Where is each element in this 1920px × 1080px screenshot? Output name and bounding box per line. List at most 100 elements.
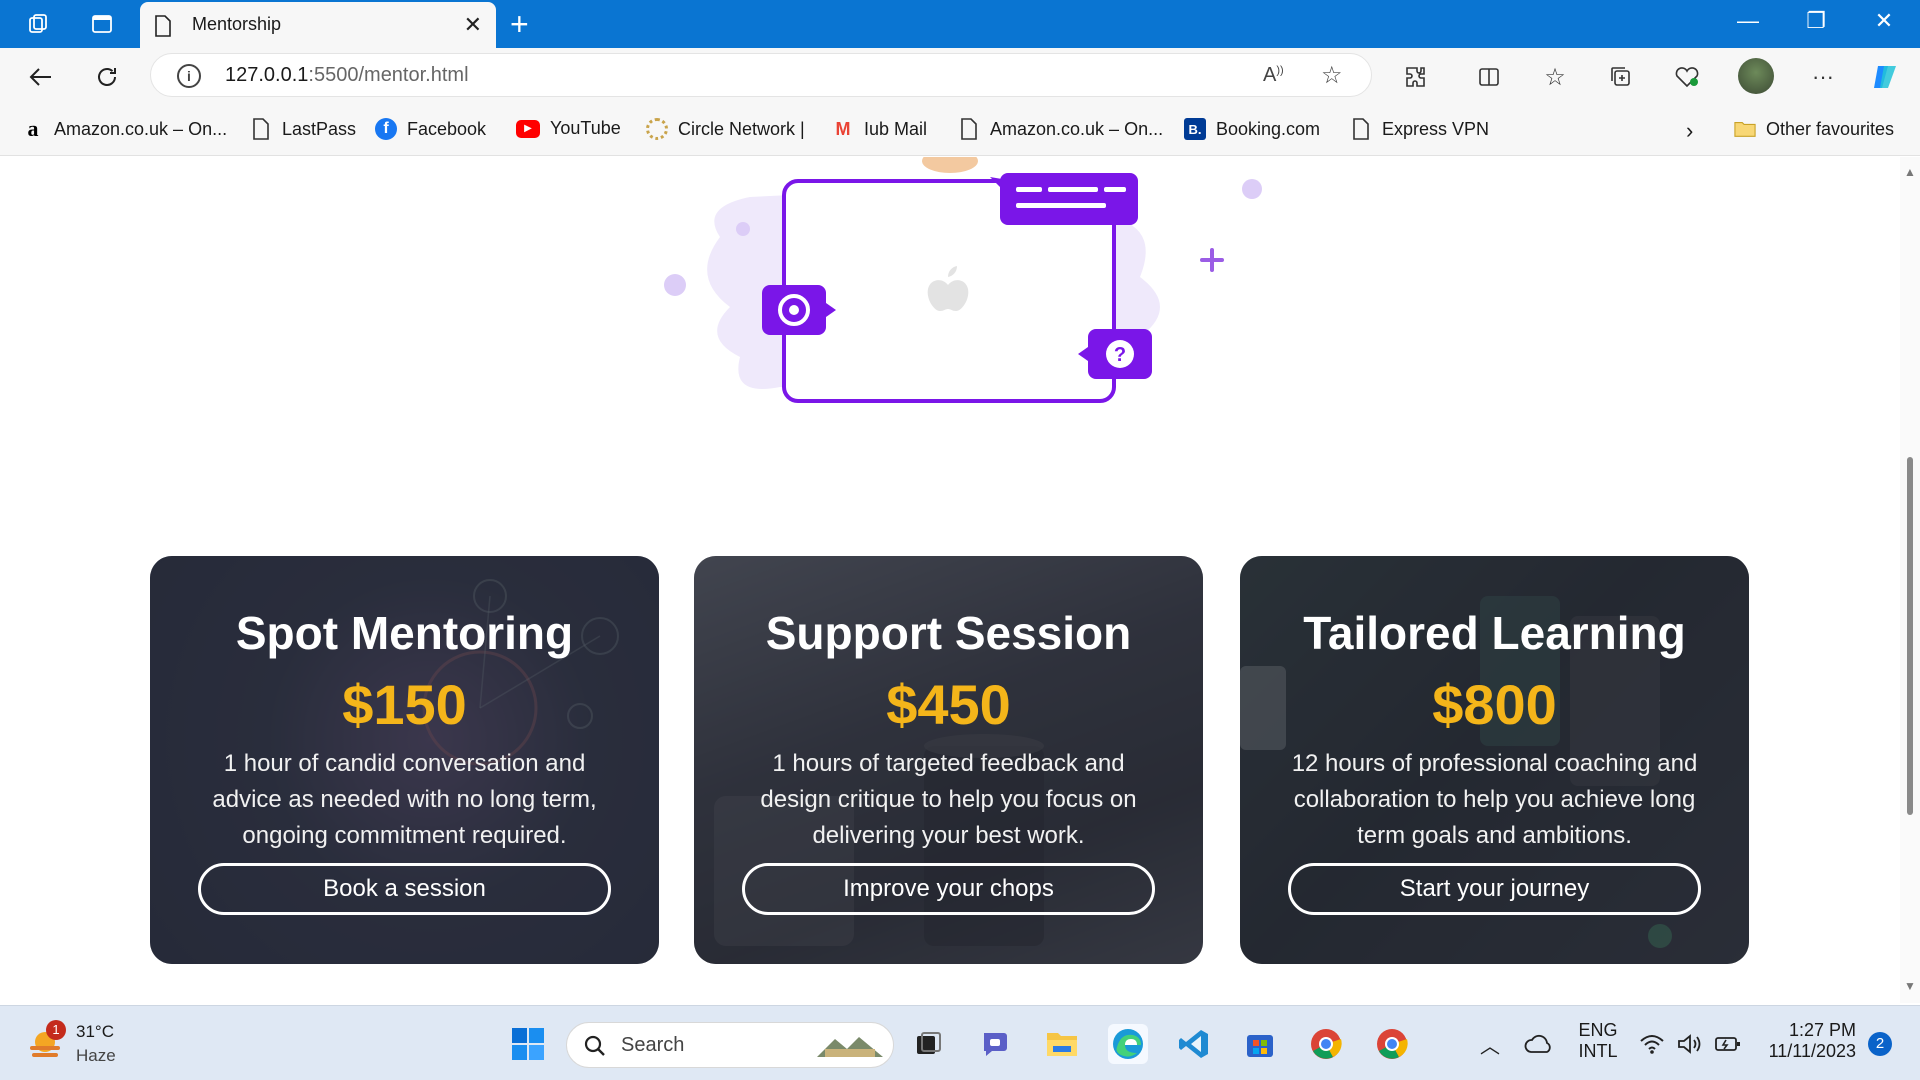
- youtube-icon: ▶: [516, 119, 540, 138]
- browser-essentials-icon[interactable]: [1672, 62, 1702, 92]
- close-tab-icon[interactable]: ✕: [464, 12, 482, 38]
- card-price: $800: [1432, 673, 1557, 736]
- folder-icon: [1734, 118, 1756, 140]
- file-explorer-icon[interactable]: [1042, 1024, 1082, 1064]
- tab-actions-icon[interactable]: [88, 10, 116, 38]
- book-session-button[interactable]: Book a session: [198, 863, 611, 915]
- chrome-profile-icon[interactable]: [1372, 1024, 1412, 1064]
- search-icon: [584, 1035, 605, 1056]
- card-price: $450: [886, 673, 1011, 736]
- back-icon[interactable]: [24, 60, 58, 94]
- clock-date: 11/11/2023: [1768, 1041, 1856, 1061]
- battery-icon[interactable]: [1708, 1024, 1748, 1064]
- taskbar-search[interactable]: Search: [566, 1022, 894, 1068]
- chrome-icon[interactable]: [1306, 1024, 1346, 1064]
- profile-avatar[interactable]: [1738, 58, 1774, 94]
- weather-badge: 1: [46, 1020, 66, 1040]
- start-button[interactable]: [508, 1024, 548, 1064]
- language-code: ENG: [1578, 1020, 1618, 1040]
- start-journey-button[interactable]: Start your journey: [1288, 863, 1701, 915]
- fav-express-vpn[interactable]: Express VPN: [1350, 118, 1489, 140]
- fav-youtube[interactable]: ▶ YouTube: [516, 118, 621, 139]
- other-favourites[interactable]: Other favourites: [1734, 118, 1894, 140]
- page-icon: [1350, 118, 1372, 140]
- improve-chops-button[interactable]: Improve your chops: [742, 863, 1155, 915]
- show-hidden-icons-chevron[interactable]: ︿: [1470, 1024, 1510, 1064]
- card-content: Spot Mentoring $150 1 hour of candid con…: [150, 556, 659, 964]
- notification-badge[interactable]: 2: [1868, 1032, 1892, 1056]
- volume-icon[interactable]: [1670, 1024, 1710, 1064]
- address-bar[interactable]: i 127.0.0.1:5500/mentor.html A)) ☆: [150, 53, 1372, 97]
- onedrive-icon[interactable]: [1518, 1024, 1558, 1064]
- windows-taskbar: 1 31°C Haze Search ︿ ENG INTL 1:27 PM 11…: [0, 1005, 1920, 1080]
- card-description: 1 hour of candid conversation and advice…: [212, 750, 597, 849]
- copilot-icon[interactable]: [1870, 62, 1900, 92]
- fav-circle-network[interactable]: Circle Network |: [646, 118, 805, 140]
- minimize-icon[interactable]: —: [1728, 8, 1768, 34]
- weather-temp: 31°C: [76, 1022, 114, 1041]
- weather-widget[interactable]: 1 31°C Haze: [26, 1020, 156, 1068]
- card-spot-mentoring: Spot Mentoring $150 1 hour of candid con…: [150, 556, 659, 964]
- card-tailored-learning: Tailored Learning $800 12 hours of profe…: [1240, 556, 1749, 964]
- new-tab-icon[interactable]: +: [510, 6, 529, 43]
- facebook-icon: f: [375, 118, 397, 140]
- card-content: Tailored Learning $800 12 hours of profe…: [1240, 556, 1749, 964]
- tab-mentorship[interactable]: Mentorship ✕: [140, 2, 496, 48]
- mentorship-illustration: ?: [664, 157, 1262, 403]
- site-info-icon[interactable]: i: [177, 64, 201, 88]
- circle-network-icon: [646, 118, 668, 140]
- workspaces-icon[interactable]: [24, 10, 52, 38]
- language-indicator[interactable]: ENG INTL: [1572, 1020, 1624, 1062]
- collections-icon[interactable]: [1606, 62, 1636, 92]
- page-scrollbar[interactable]: ▲ ▼: [1900, 157, 1920, 1003]
- extensions-icon[interactable]: [1401, 62, 1431, 92]
- teams-chat-icon[interactable]: [976, 1024, 1016, 1064]
- refresh-icon[interactable]: [90, 60, 124, 94]
- search-highlight-icon: [817, 1037, 883, 1057]
- fav-facebook[interactable]: f Facebook: [375, 118, 486, 140]
- more-favourites-chevron-icon[interactable]: ›: [1686, 118, 1693, 144]
- browser-titlebar: Mentorship ✕ + — ❐ ✕: [0, 0, 1920, 48]
- more-menu-icon[interactable]: ···: [1808, 62, 1838, 92]
- card-title: Tailored Learning: [1303, 607, 1686, 659]
- url-text[interactable]: 127.0.0.1:5500/mentor.html: [225, 64, 469, 87]
- address-toolbar: i 127.0.0.1:5500/mentor.html A)) ☆ ☆ ···: [0, 48, 1920, 104]
- card-description: 12 hours of professional coaching and co…: [1291, 750, 1698, 849]
- weather-desc: Haze: [76, 1046, 116, 1065]
- windows-logo-icon: [512, 1028, 544, 1060]
- card-content: Support Session $450 1 hours of targeted…: [694, 556, 1203, 964]
- favorite-star-icon[interactable]: ☆: [1321, 61, 1343, 90]
- edge-browser-icon[interactable]: [1108, 1024, 1148, 1064]
- close-window-icon[interactable]: ✕: [1864, 8, 1904, 34]
- clock[interactable]: 1:27 PM 11/11/2023: [1756, 1020, 1856, 1062]
- card-support-session: Support Session $450 1 hours of targeted…: [694, 556, 1203, 964]
- favorites-icon[interactable]: ☆: [1540, 62, 1570, 92]
- read-aloud-icon[interactable]: A)): [1263, 64, 1284, 87]
- favourites-bar: a Amazon.co.uk – On... LastPass f Facebook…: [0, 104, 1920, 156]
- svg-text:?: ?: [1114, 344, 1126, 366]
- tab-title: Mentorship: [192, 14, 282, 34]
- split-screen-icon[interactable]: [1474, 62, 1504, 92]
- restore-icon[interactable]: ❐: [1796, 8, 1836, 34]
- fav-amazon-2[interactable]: Amazon.co.uk – On...: [958, 118, 1163, 140]
- page-icon: [958, 118, 980, 140]
- fav-amazon-1[interactable]: a Amazon.co.uk – On...: [22, 116, 228, 141]
- card-description: 1 hours of targeted feedback and design …: [760, 750, 1137, 849]
- page-icon: [154, 15, 172, 42]
- clock-time: 1:27 PM: [1788, 1020, 1856, 1040]
- task-view-icon[interactable]: [908, 1024, 948, 1064]
- fav-lastpass[interactable]: LastPass: [250, 118, 356, 140]
- card-price: $150: [342, 673, 467, 736]
- card-title: Support Session: [765, 607, 1132, 659]
- card-title: Spot Mentoring: [235, 607, 574, 659]
- scroll-down-icon[interactable]: ▼: [1904, 979, 1916, 993]
- vscode-icon[interactable]: [1174, 1024, 1214, 1064]
- fav-iub-mail[interactable]: M Iub Mail: [832, 118, 928, 140]
- gmail-icon: M: [835, 118, 851, 139]
- page-icon: [250, 118, 272, 140]
- microsoft-store-icon[interactable]: [1240, 1024, 1280, 1064]
- scroll-up-icon[interactable]: ▲: [1904, 165, 1916, 179]
- wifi-icon[interactable]: [1632, 1024, 1672, 1064]
- fav-booking[interactable]: B. Booking.com: [1184, 118, 1320, 140]
- scrollbar-thumb[interactable]: [1907, 457, 1913, 815]
